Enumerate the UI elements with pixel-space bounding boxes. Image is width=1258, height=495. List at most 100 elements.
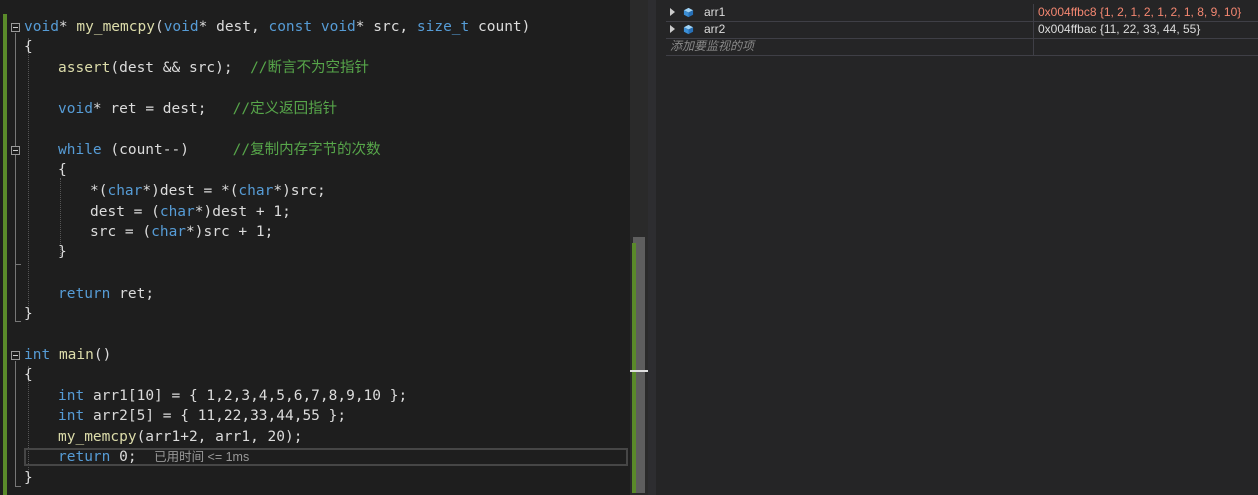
change-tracking-bar <box>3 14 7 495</box>
code-line[interactable]: my_memcpy(arr1+2, arr1, 20); <box>58 427 302 447</box>
perf-tip: 已用时间 <= 1ms <box>154 450 250 464</box>
collapse-icon[interactable] <box>11 146 20 155</box>
code-token: src = ( <box>90 224 152 240</box>
code-token: count) <box>469 19 531 35</box>
code-token: 0; <box>110 449 137 465</box>
code-line[interactable]: void* my_memcpy(void* dest, const void* … <box>24 17 530 37</box>
code-line[interactable]: *(char*)dest = *(char*)src; <box>90 181 326 201</box>
code-token: const <box>268 19 313 35</box>
code-token: (arr1+2, arr1, 20); <box>136 429 303 445</box>
code-line[interactable]: } <box>24 304 33 324</box>
code-token: ; <box>145 286 155 302</box>
code-token: size_t <box>416 19 470 35</box>
scrollbar-change-marker <box>632 243 636 493</box>
watch-name: arr2 <box>704 22 726 36</box>
watch-name-cell: 添加要监视的项 <box>666 38 1034 55</box>
code-token: return <box>58 449 111 465</box>
code-token: *( <box>90 183 108 199</box>
code-token: my_memcpy <box>76 19 155 35</box>
code-token: * <box>58 19 77 35</box>
code-token: * <box>92 101 111 117</box>
chevron-right-icon[interactable] <box>670 8 675 16</box>
code-token: return <box>58 286 111 302</box>
watch-window[interactable]: arr1 0x004ffbc8 {1, 2, 1, 2, 1, 2, 1, 8,… <box>656 0 1258 495</box>
collapse-icon[interactable] <box>11 23 20 32</box>
variable-cube-icon <box>683 7 694 18</box>
code-token: void <box>163 19 199 35</box>
watch-add-row[interactable]: 添加要监视的项 <box>666 38 1258 56</box>
watch-row-arr2[interactable]: arr2 0x004ffbac {11, 22, 33, 44, 55} <box>666 21 1258 39</box>
code-token: * dest, <box>198 19 269 35</box>
pane-splitter[interactable] <box>648 0 656 495</box>
code-token: assert <box>58 60 111 76</box>
code-token: void <box>58 101 93 117</box>
code-token: void <box>24 19 59 35</box>
code-token: char <box>151 224 187 240</box>
code-token: ret <box>119 286 146 302</box>
variable-cube-icon <box>683 24 694 35</box>
code-token: = dest; <box>136 101 233 117</box>
code-line[interactable]: dest = (char*)dest + 1; <box>90 202 291 222</box>
code-token: int <box>58 408 85 424</box>
code-line[interactable]: } <box>24 468 33 488</box>
code-comment: //断言不为空指针 <box>250 60 370 76</box>
fold-end <box>15 486 21 487</box>
code-token: () <box>93 347 112 363</box>
code-token: char <box>107 183 143 199</box>
watch-row-arr1[interactable]: arr1 0x004ffbc8 {1, 2, 1, 2, 1, 2, 1, 8,… <box>666 4 1258 22</box>
code-token: * src, <box>355 19 417 35</box>
code-token: dest = ( <box>90 204 160 220</box>
code-token: (dest && src); <box>110 60 251 76</box>
code-token: void <box>320 19 356 35</box>
watch-name-cell: arr1 <box>666 4 1034 21</box>
watch-name: arr1 <box>704 5 726 19</box>
code-editor[interactable]: void* my_memcpy(void* dest, const void* … <box>0 0 648 495</box>
code-line[interactable]: int arr1[10] = { 1,2,3,4,5,6,7,8,9,10 }; <box>58 386 407 406</box>
code-token: main <box>58 347 94 363</box>
scrollbar-caret-marker <box>630 370 648 372</box>
code-token: my_memcpy <box>58 429 137 445</box>
code-line[interactable]: int main() <box>24 345 111 365</box>
code-comment: //定义返回指针 <box>232 101 338 117</box>
watch-name-cell: arr2 <box>666 21 1034 38</box>
code-token: char <box>238 183 274 199</box>
code-token: int <box>24 347 51 363</box>
code-line[interactable]: src = (char*)src + 1; <box>90 222 273 242</box>
code-line[interactable]: while (count--) //复制内存字节的次数 <box>58 140 381 160</box>
vertical-scrollbar[interactable] <box>630 0 648 495</box>
code-line[interactable]: return 0; 已用时间 <= 1ms <box>58 447 249 467</box>
code-token: [5] = { 11,22,33,44,55 }; <box>127 408 347 424</box>
collapse-icon[interactable] <box>11 351 20 360</box>
watch-value[interactable]: 0x004ffbac {11, 22, 33, 44, 55} <box>1038 21 1200 38</box>
code-token: ret <box>110 101 137 117</box>
fold-guide <box>15 361 16 486</box>
code-token: ( <box>154 19 164 35</box>
code-line[interactable]: } <box>58 242 67 262</box>
chevron-right-icon[interactable] <box>670 25 675 33</box>
add-watch-placeholder[interactable]: 添加要监视的项 <box>670 38 754 55</box>
indent-guide <box>28 38 29 308</box>
code-line[interactable]: { <box>24 37 33 57</box>
code-comment: //复制内存字节的次数 <box>232 142 381 158</box>
code-token: *)src; <box>273 183 326 199</box>
code-line[interactable]: { <box>58 160 67 180</box>
code-token: arr2 <box>92 408 128 424</box>
code-token: while <box>58 142 102 158</box>
fold-guide <box>15 156 16 264</box>
code-line[interactable]: { <box>24 365 33 385</box>
code-token: int <box>58 388 85 404</box>
watch-value[interactable]: 0x004ffbc8 {1, 2, 1, 2, 1, 2, 1, 8, 9, 1… <box>1038 4 1241 21</box>
code-line[interactable]: assert(dest && src); //断言不为空指针 <box>58 58 369 78</box>
code-line[interactable]: int arr2[5] = { 11,22,33,44,55 }; <box>58 406 346 426</box>
fold-end <box>15 321 21 322</box>
code-token: arr1 <box>92 388 128 404</box>
code-token: *)dest = *( <box>142 183 239 199</box>
code-line[interactable]: void* ret = dest; //定义返回指针 <box>58 99 337 119</box>
code-token: char <box>159 204 195 220</box>
code-line[interactable]: return ret; <box>58 284 154 304</box>
